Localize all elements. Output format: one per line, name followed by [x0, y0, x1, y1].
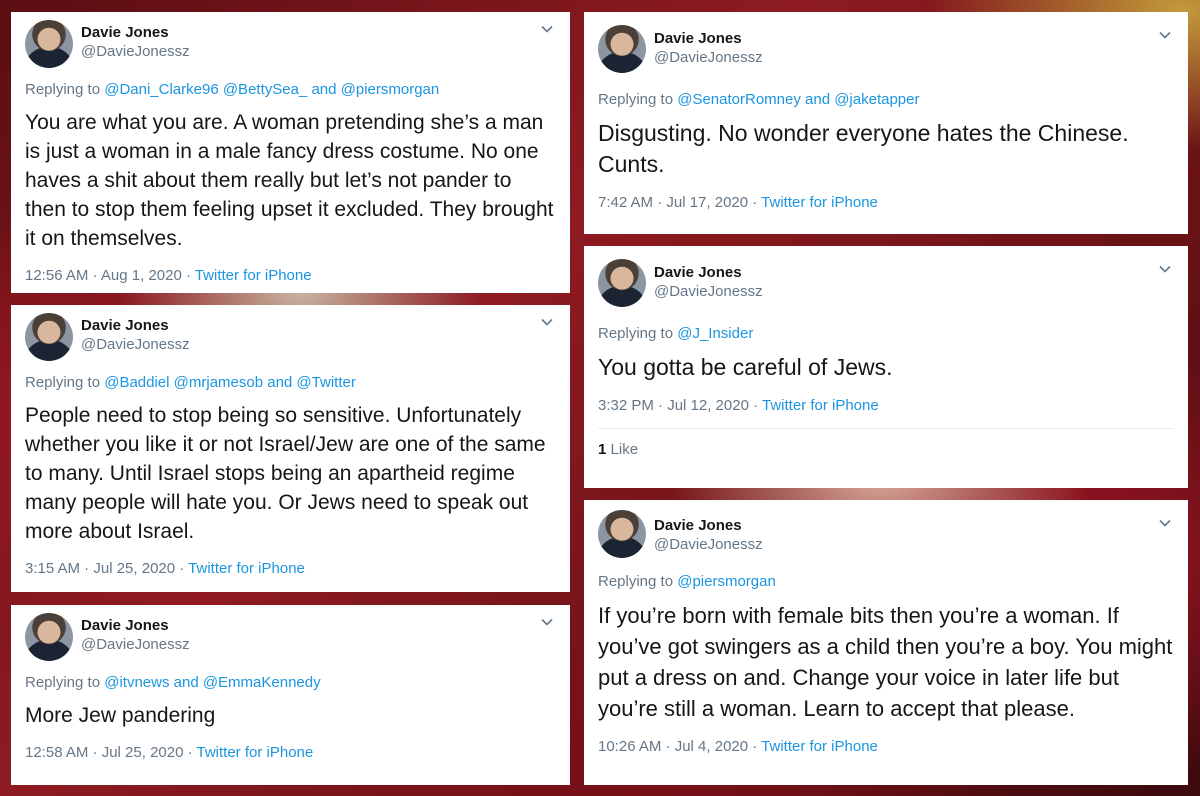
replying-to: Replying to @SenatorRomney and @jaketapp…: [598, 90, 1174, 110]
author-name[interactable]: Davie Jones: [81, 617, 169, 634]
tweet-header: Davie Jones @DavieJonessz: [598, 500, 1174, 566]
tweet-source[interactable]: Twitter for iPhone: [195, 267, 312, 284]
tweet-meta: 3:32 PM · Jul 12, 2020 · Twitter for iPh…: [598, 397, 1174, 414]
like-label: Like: [610, 441, 639, 458]
like-number: 1: [598, 441, 607, 458]
tweet-meta: 12:56 AM · Aug 1, 2020 · Twitter for iPh…: [25, 267, 556, 284]
tweet-text: If you’re born with female bits then you…: [598, 603, 1173, 721]
reply-mentions[interactable]: @Baddiel @mrjamesob and @Twitter: [104, 374, 356, 391]
author-handle[interactable]: @DavieJonessz: [81, 636, 190, 653]
author-handle[interactable]: @DavieJonessz: [654, 536, 763, 553]
author-handle[interactable]: @DavieJonessz: [654, 49, 763, 66]
tweet-timestamp[interactable]: 10:26 AM · Jul 4, 2020 ·: [598, 738, 761, 755]
tweet-card-1: Davie Jones @DavieJonessz Replying to @D…: [11, 12, 570, 293]
tweet-text: You gotta be careful of Jews.: [598, 354, 893, 380]
chevron-down-icon[interactable]: [1158, 28, 1172, 42]
avatar[interactable]: [598, 510, 646, 558]
chevron-down-icon[interactable]: [540, 315, 554, 329]
tweet-source[interactable]: Twitter for iPhone: [188, 560, 305, 577]
reply-mentions[interactable]: @J_Insider: [677, 325, 753, 342]
reply-mentions[interactable]: @itvnews and @EmmaKennedy: [104, 674, 320, 691]
tweet-source[interactable]: Twitter for iPhone: [761, 738, 878, 755]
tweet-meta: 10:26 AM · Jul 4, 2020 · Twitter for iPh…: [598, 738, 1174, 755]
tweet-meta: 3:15 AM · Jul 25, 2020 · Twitter for iPh…: [25, 560, 556, 577]
tweet-header: Davie Jones @DavieJonessz: [598, 12, 1174, 84]
author-name[interactable]: Davie Jones: [654, 517, 742, 534]
reply-mentions[interactable]: @SenatorRomney and @jaketapper: [677, 91, 919, 108]
author-handle[interactable]: @DavieJonessz: [81, 43, 190, 60]
avatar[interactable]: [25, 613, 73, 661]
chevron-down-icon[interactable]: [1158, 262, 1172, 276]
tweet-text: Disgusting. No wonder everyone hates the…: [598, 120, 1129, 177]
likes-count[interactable]: 1 Like: [598, 441, 1174, 458]
replying-to-prefix: Replying to: [598, 325, 678, 342]
tweet-card-3: Davie Jones @DavieJonessz Replying to @i…: [11, 605, 570, 785]
tweet-text: You are what you are. A woman pretending…: [25, 111, 554, 250]
replying-to-prefix: Replying to: [25, 81, 105, 98]
tweet-header: Davie Jones @DavieJonessz: [598, 246, 1174, 318]
tweet-meta: 7:42 AM · Jul 17, 2020 · Twitter for iPh…: [598, 194, 1174, 211]
tweet-source[interactable]: Twitter for iPhone: [761, 194, 878, 211]
replying-to-prefix: Replying to: [25, 674, 105, 691]
author-handle[interactable]: @DavieJonessz: [81, 336, 190, 353]
tweet-header: Davie Jones @DavieJonessz: [25, 605, 556, 667]
replying-to: Replying to @piersmorgan: [598, 572, 1174, 592]
reply-mentions[interactable]: @piersmorgan: [677, 573, 776, 590]
tweet-timestamp[interactable]: 3:32 PM · Jul 12, 2020 ·: [598, 397, 762, 414]
divider: [598, 428, 1174, 429]
author-name[interactable]: Davie Jones: [81, 24, 169, 41]
avatar[interactable]: [25, 20, 73, 68]
chevron-down-icon[interactable]: [1158, 516, 1172, 530]
author-name[interactable]: Davie Jones: [654, 264, 742, 281]
tweet-text: More Jew pandering: [25, 704, 216, 727]
tweet-text: People need to stop being so sensitive. …: [25, 404, 546, 543]
tweet-timestamp[interactable]: 12:58 AM · Jul 25, 2020 ·: [25, 744, 197, 761]
tweet-meta: 12:58 AM · Jul 25, 2020 · Twitter for iP…: [25, 744, 556, 761]
replying-to-prefix: Replying to: [598, 573, 678, 590]
tweet-timestamp[interactable]: 7:42 AM · Jul 17, 2020 ·: [598, 194, 761, 211]
replying-to: Replying to @J_Insider: [598, 324, 1174, 344]
avatar[interactable]: [598, 25, 646, 73]
tweet-card-6: Davie Jones @DavieJonessz Replying to @p…: [584, 500, 1188, 785]
tweet-source[interactable]: Twitter for iPhone: [197, 744, 314, 761]
tweet-timestamp[interactable]: 3:15 AM · Jul 25, 2020 ·: [25, 560, 188, 577]
author-handle[interactable]: @DavieJonessz: [654, 283, 763, 300]
replying-to: Replying to @Baddiel @mrjamesob and @Twi…: [25, 373, 556, 393]
chevron-down-icon[interactable]: [540, 615, 554, 629]
replying-to: Replying to @Dani_Clarke96 @BettySea_ an…: [25, 80, 556, 100]
author-name[interactable]: Davie Jones: [654, 30, 742, 47]
tweet-header: Davie Jones @DavieJonessz: [25, 305, 556, 367]
avatar[interactable]: [598, 259, 646, 307]
author-name[interactable]: Davie Jones: [81, 317, 169, 334]
replying-to: Replying to @itvnews and @EmmaKennedy: [25, 673, 556, 693]
tweet-card-2: Davie Jones @DavieJonessz Replying to @B…: [11, 305, 570, 592]
avatar[interactable]: [25, 313, 73, 361]
tweet-source[interactable]: Twitter for iPhone: [762, 397, 879, 414]
replying-to-prefix: Replying to: [25, 374, 105, 391]
chevron-down-icon[interactable]: [540, 22, 554, 36]
tweet-card-4: Davie Jones @DavieJonessz Replying to @S…: [584, 12, 1188, 234]
tweet-header: Davie Jones @DavieJonessz: [25, 12, 556, 74]
tweet-card-5: Davie Jones @DavieJonessz Replying to @J…: [584, 246, 1188, 488]
reply-mentions[interactable]: @Dani_Clarke96 @BettySea_ and @piersmorg…: [104, 81, 439, 98]
replying-to-prefix: Replying to: [598, 91, 678, 108]
tweet-timestamp[interactable]: 12:56 AM · Aug 1, 2020 ·: [25, 267, 195, 284]
